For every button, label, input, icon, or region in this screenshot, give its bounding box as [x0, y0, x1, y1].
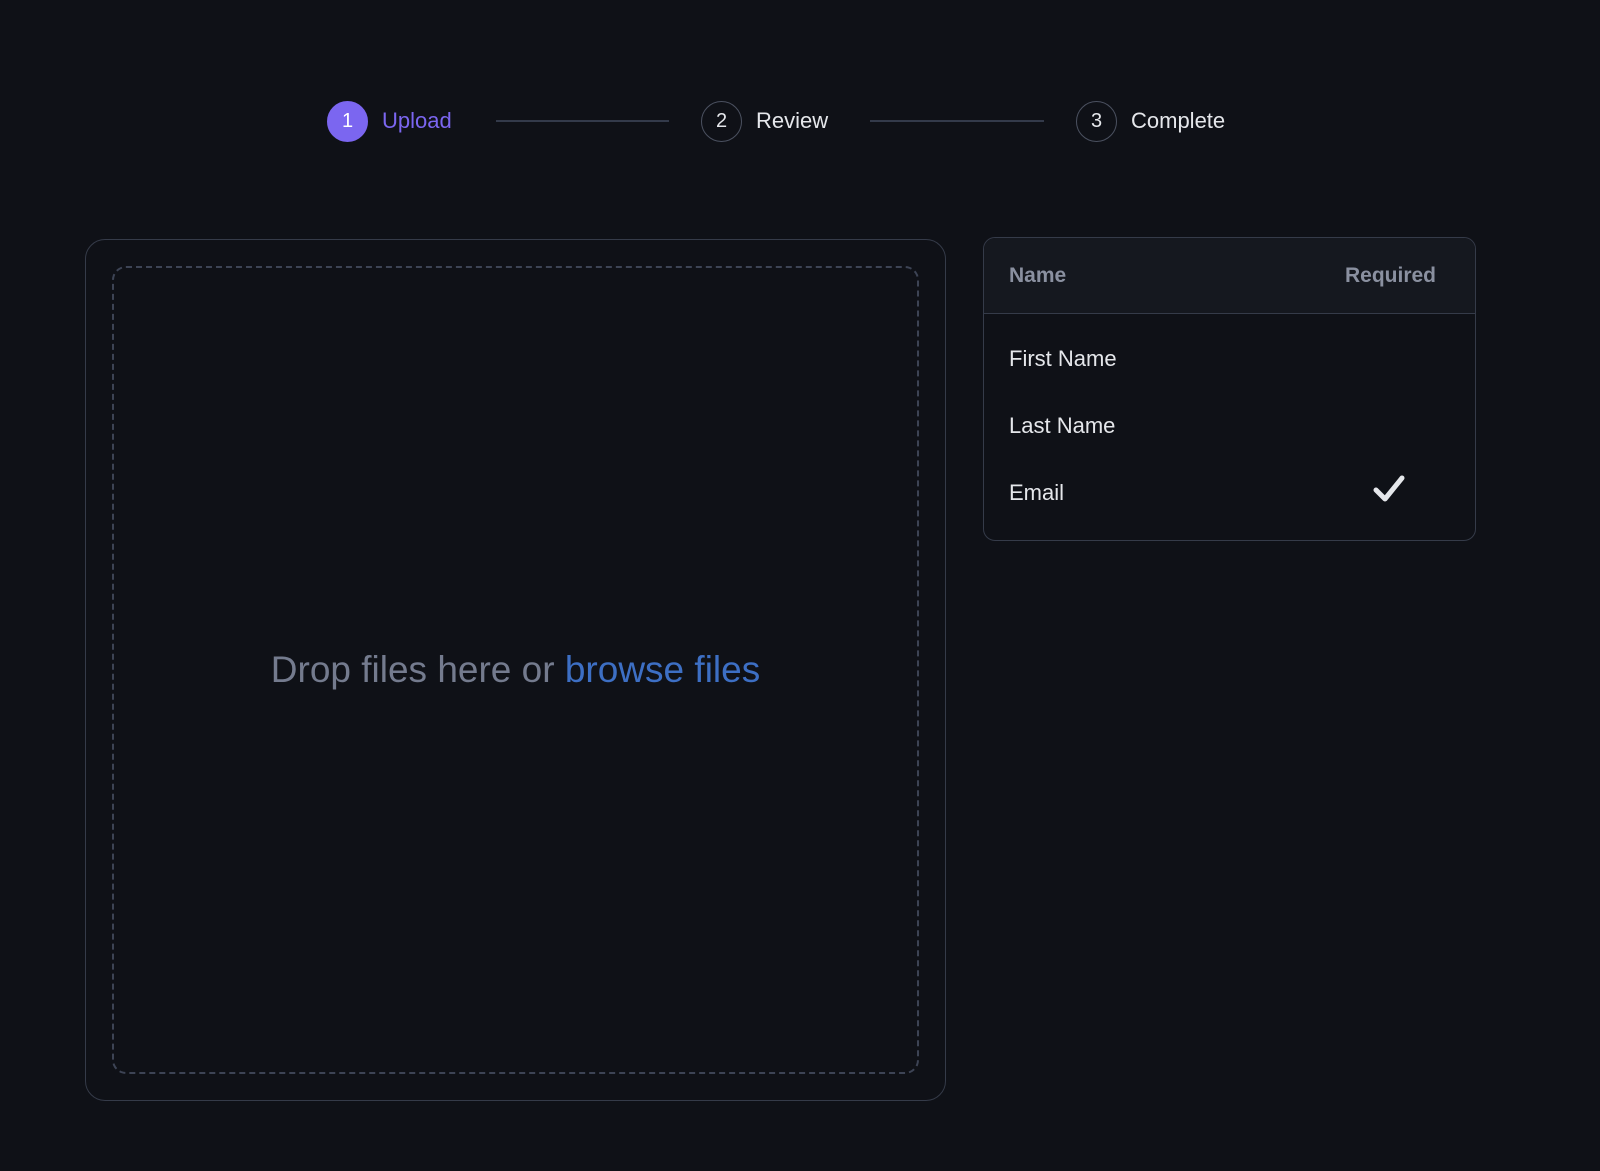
checkmark-icon	[1373, 475, 1405, 502]
table-row: Last Name	[984, 405, 1475, 445]
step-connector-2	[870, 120, 1044, 122]
upload-card: Drop files here or browse files	[85, 239, 946, 1101]
step-upload[interactable]: 1 Upload	[327, 99, 452, 143]
column-header-required: Required	[1344, 264, 1436, 287]
table-row: First Name	[984, 338, 1475, 378]
column-header-name: Name	[1009, 264, 1067, 287]
dropzone-text: Drop files here or browse files	[271, 649, 760, 691]
fields-table: Name Required First Name Last Name Email	[983, 237, 1476, 541]
import-page: 1 Upload 2 Review 3 Complete Drop files …	[0, 0, 1600, 1171]
step-label-complete: Complete	[1131, 108, 1226, 133]
step-label-upload: Upload	[382, 108, 452, 133]
table-row: Email	[984, 472, 1475, 512]
step-label-review: Review	[756, 108, 829, 133]
file-dropzone[interactable]: Drop files here or browse files	[112, 266, 919, 1074]
step-number-2: 2	[701, 100, 742, 142]
field-name: First Name	[1009, 346, 1117, 371]
step-number-3: 3	[1076, 100, 1117, 142]
field-name: Email	[1009, 480, 1065, 505]
fields-table-header: Name Required	[984, 238, 1475, 314]
browse-files-link[interactable]: browse files	[565, 649, 760, 690]
step-complete[interactable]: 3 Complete	[1076, 99, 1225, 143]
field-name: Last Name	[1009, 413, 1116, 438]
dropzone-prompt: Drop files here or	[270, 649, 555, 690]
step-review[interactable]: 2 Review	[701, 99, 828, 143]
step-connector-1	[496, 120, 669, 122]
step-number-1: 1	[327, 100, 368, 142]
